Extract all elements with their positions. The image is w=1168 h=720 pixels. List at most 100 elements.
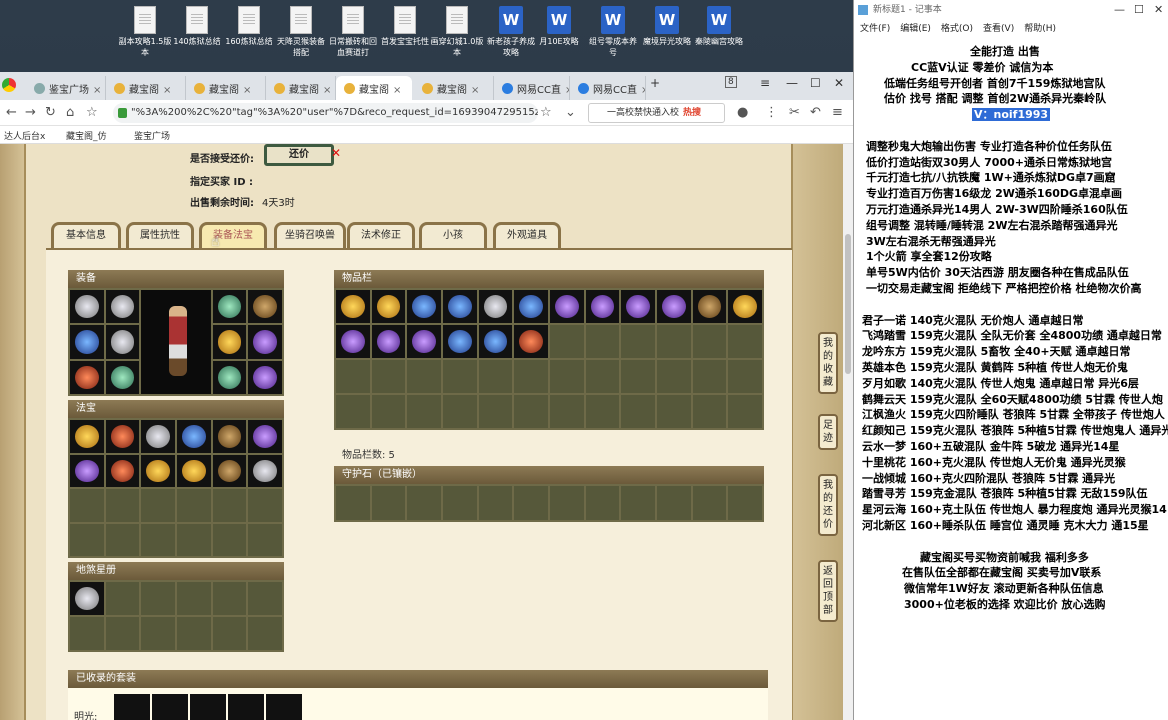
tab-attributes[interactable]: 属性抗性 — [126, 222, 194, 248]
reload-icon[interactable]: ↻ — [45, 105, 56, 120]
menu-edit[interactable]: 编辑(E) — [900, 24, 931, 34]
tab-equipment[interactable]: 装备法宝 — [199, 222, 267, 248]
earth-treasure-slot[interactable] — [70, 582, 104, 615]
treasure-slot[interactable] — [248, 420, 282, 453]
equip-slot[interactable] — [212, 360, 247, 394]
equip-slot[interactable] — [70, 325, 104, 359]
inventory-slot[interactable] — [371, 325, 406, 358]
inventory-slot[interactable] — [728, 290, 762, 323]
url-input[interactable]: "%3A%200%2C%20"tag"%3A%20"user"%7D&reco_… — [113, 103, 538, 123]
new-tab-button[interactable]: + — [650, 76, 660, 90]
treasure-slot[interactable] — [105, 420, 140, 453]
inventory-slot[interactable] — [550, 290, 584, 323]
inventory-slot[interactable] — [514, 290, 548, 323]
star-icon[interactable]: ☆ — [86, 105, 98, 120]
maximize-button[interactable]: ☐ — [1134, 3, 1144, 16]
inventory-slot[interactable] — [514, 325, 548, 358]
menu-help[interactable]: 帮助(H) — [1024, 24, 1056, 34]
home-icon[interactable]: ⌂ — [66, 105, 74, 120]
desktop-icon[interactable]: 日常搬砖和回血赛道打 — [326, 6, 380, 58]
treasure-slot[interactable] — [141, 454, 175, 487]
tab-children[interactable]: 小孩 — [419, 222, 487, 248]
bookmark-star-icon[interactable]: ☆ — [540, 105, 552, 120]
more-icon[interactable]: ≡ — [832, 105, 843, 120]
equip-slot[interactable] — [248, 360, 282, 394]
inventory-slot[interactable] — [371, 290, 406, 323]
browser-tab[interactable]: 藏宝阁 × — [414, 76, 494, 100]
tab-mounts-pets[interactable]: 坐骑召唤兽 — [274, 222, 346, 248]
desktop-icon[interactable]: W 月10E攻略 — [532, 6, 586, 47]
set-item-slot[interactable] — [266, 694, 302, 720]
inventory-slot[interactable] — [443, 325, 477, 358]
equip-slot[interactable] — [212, 290, 247, 324]
browser-logo-icon[interactable] — [2, 78, 16, 92]
treasure-slot[interactable] — [70, 420, 104, 453]
inventory-slot[interactable] — [443, 290, 477, 323]
browser-tab[interactable]: 网易CC直× — [570, 76, 646, 100]
minimize-button[interactable]: — — [1114, 3, 1125, 16]
scrollbar[interactable] — [843, 144, 853, 720]
my-favorites-button[interactable]: 我的收藏 — [818, 332, 838, 394]
close-window-button[interactable]: ✕ — [1154, 3, 1163, 16]
treasure-slot[interactable] — [70, 454, 104, 487]
inventory-slot[interactable] — [478, 290, 513, 323]
account-icon[interactable]: ● — [737, 105, 748, 120]
desktop-icon[interactable]: 画穿幻城1.0版本 — [430, 6, 484, 58]
close-icon[interactable]: × — [393, 85, 401, 96]
grid-icon[interactable]: ⋮ — [765, 105, 778, 120]
treasure-slot[interactable] — [212, 420, 247, 453]
scrollbar-thumb[interactable] — [845, 234, 851, 374]
forward-arrow-icon[interactable]: → — [25, 105, 36, 120]
notepad-text-area[interactable]: 全能打造 出售 CC蓝V认证 零差价 诚信为本 低端任务组号开创者 首创7千159炼… — [854, 38, 1168, 720]
browser-tab[interactable]: 鉴宝广场 × — [26, 76, 106, 100]
my-bargains-button[interactable]: 我的还价 — [818, 474, 838, 536]
equip-slot[interactable] — [105, 360, 140, 394]
minimize-button[interactable]: — — [786, 76, 798, 90]
set-item-slot[interactable] — [228, 694, 264, 720]
menu-icon[interactable]: ≡ — [760, 76, 770, 90]
equip-slot[interactable] — [70, 360, 104, 394]
back-arrow-icon[interactable]: ← — [6, 105, 17, 120]
set-item-slot[interactable] — [190, 694, 226, 720]
browser-tab-active[interactable]: 藏宝阁 × — [336, 76, 412, 100]
inventory-slot[interactable] — [585, 290, 620, 323]
chevron-down-icon[interactable]: ⌄ — [565, 105, 576, 120]
close-icon[interactable]: × — [243, 85, 251, 96]
bookmark-item[interactable]: 藏宝阁_仿 — [66, 129, 107, 142]
menu-file[interactable]: 文件(F) — [860, 24, 890, 34]
cut-icon[interactable]: ✂ — [789, 105, 800, 120]
treasure-slot[interactable] — [141, 420, 175, 453]
treasure-slot[interactable] — [212, 454, 247, 487]
desktop-icon[interactable]: W 魔境异光攻略 — [640, 6, 694, 47]
close-icon[interactable]: × — [641, 85, 645, 96]
close-icon[interactable]: × — [323, 85, 331, 96]
set-item-slot[interactable] — [114, 694, 150, 720]
desktop-icon[interactable]: 首发宝宝托性 — [378, 6, 432, 47]
tab-count-badge[interactable]: 8 — [725, 76, 737, 88]
menu-format[interactable]: 格式(O) — [941, 24, 973, 34]
inventory-slot[interactable] — [336, 325, 370, 358]
inventory-slot[interactable] — [657, 290, 691, 323]
desktop-icon[interactable]: 140炼狱总结 — [170, 6, 224, 47]
inventory-slot[interactable] — [478, 325, 513, 358]
equip-slot[interactable] — [248, 290, 282, 324]
desktop-icon[interactable]: W 组号零成本养号 — [586, 6, 640, 58]
inventory-slot[interactable] — [621, 290, 655, 323]
close-icon[interactable]: × — [93, 85, 101, 96]
bookmark-item[interactable]: 达人后台x — [4, 129, 45, 142]
browser-tab[interactable]: 藏宝阁 × — [186, 76, 266, 100]
desktop-icon[interactable]: W 新老孩子养成攻略 — [484, 6, 538, 58]
treasure-slot[interactable] — [177, 420, 211, 453]
desktop-icon[interactable]: 160炼狱总结 — [222, 6, 276, 47]
equip-slot[interactable] — [212, 325, 247, 359]
history-button[interactable]: 足迹 — [818, 414, 838, 450]
close-icon[interactable]: × — [471, 85, 479, 96]
equip-slot[interactable] — [248, 325, 282, 359]
back-to-top-button[interactable]: 返回顶部 — [818, 560, 838, 622]
browser-tab[interactable]: 藏宝阁 × — [266, 76, 336, 100]
maximize-button[interactable]: ☐ — [810, 76, 821, 90]
set-item-slot[interactable] — [152, 694, 188, 720]
close-window-button[interactable]: ✕ — [834, 76, 844, 90]
equip-slot[interactable] — [70, 290, 104, 324]
equip-slot[interactable] — [105, 290, 140, 324]
